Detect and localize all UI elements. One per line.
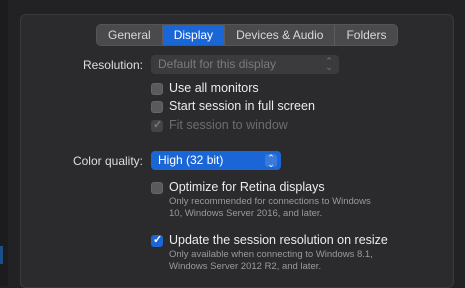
fullscreen-checkbox[interactable]: Start session in full screen	[151, 99, 315, 113]
use-all-monitors-checkbox[interactable]: Use all monitors	[151, 81, 259, 95]
tab-bar: General Display Devices & Audio Folders	[96, 24, 399, 46]
tab-folders[interactable]: Folders	[335, 25, 397, 45]
update-resolution-note-line1: Only available when connecting to Window…	[169, 249, 373, 260]
checkbox-checked-icon: ✓	[151, 234, 163, 247]
resolution-select[interactable]: Default for this display ⌃ ⌄	[151, 55, 339, 74]
retina-checkbox[interactable]: Optimize for Retina displays Only recomm…	[151, 180, 371, 220]
chevron-updown-icon: ⌃ ⌄	[325, 56, 333, 72]
fullscreen-label: Start session in full screen	[169, 99, 315, 113]
retina-label: Optimize for Retina displays	[169, 180, 325, 194]
update-resolution-note-line2: Windows Server 2012 R2, and later.	[169, 261, 322, 272]
use-all-monitors-label: Use all monitors	[169, 81, 259, 95]
checkbox-checked-disabled-icon: ✓	[151, 119, 163, 132]
update-resolution-label: Update the session resolution on resize	[169, 233, 388, 247]
color-quality-select[interactable]: High (32 bit) ⌃ ⌄	[151, 151, 281, 170]
window-edge	[0, 0, 8, 286]
resolution-value: Default for this display	[158, 57, 277, 71]
chevron-updown-icon: ⌃ ⌄	[265, 154, 277, 169]
tab-general[interactable]: General	[97, 25, 163, 45]
display-preferences-panel: General Display Devices & Audio Folders …	[20, 14, 454, 288]
checkbox-unchecked-icon	[151, 101, 163, 113]
retina-note-line2: 10, Windows Server 2016, and later.	[169, 208, 323, 219]
tab-display[interactable]: Display	[162, 25, 226, 45]
tab-devices-audio[interactable]: Devices & Audio	[225, 25, 336, 45]
update-resolution-checkbox[interactable]: ✓ Update the session resolution on resiz…	[151, 233, 388, 273]
window-edge-accent	[0, 246, 3, 264]
color-quality-value: High (32 bit)	[158, 153, 224, 167]
color-quality-label: Color quality:	[72, 154, 143, 168]
checkbox-unchecked-icon	[151, 182, 163, 194]
retina-note-line1: Only recommended for connections to Wind…	[169, 196, 371, 207]
fit-window-checkbox: ✓ Fit session to window	[151, 118, 288, 132]
fit-window-label: Fit session to window	[169, 118, 288, 132]
resolution-label: Resolution:	[82, 58, 143, 72]
checkbox-unchecked-icon	[151, 83, 163, 95]
